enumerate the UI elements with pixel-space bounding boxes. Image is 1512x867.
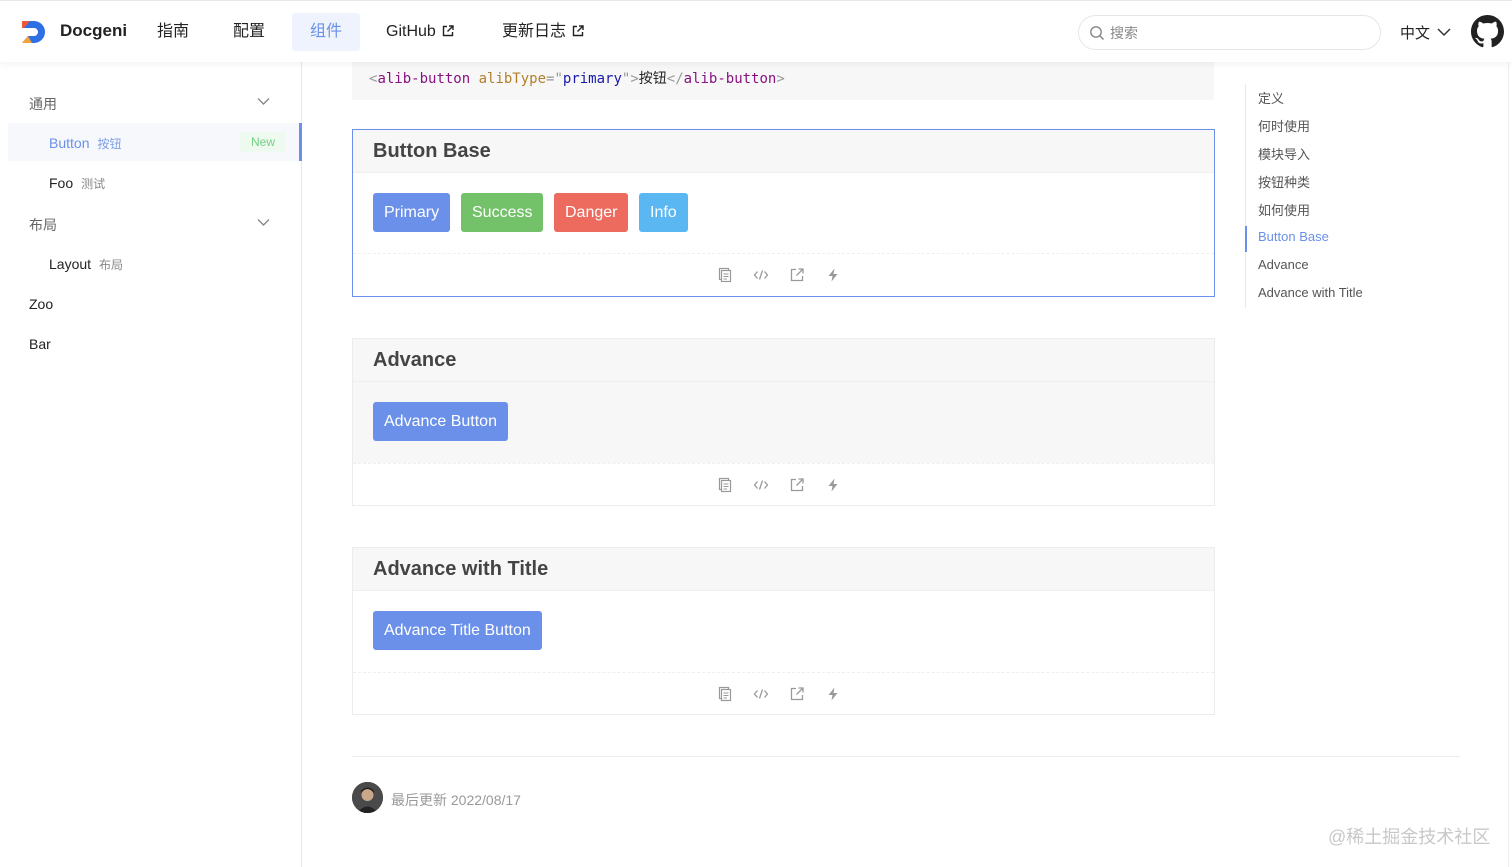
primary-button[interactable]: Primary	[373, 193, 451, 232]
advance-title-button[interactable]: Advance Title Button	[373, 611, 542, 650]
nav-github[interactable]: GitHub	[368, 13, 472, 51]
open-external-icon[interactable]	[789, 267, 805, 283]
advance-button[interactable]: Advance Button	[373, 402, 508, 441]
demo-advance-with-title: Advance with Title Advance Title Button	[352, 547, 1215, 715]
chevron-down-icon[interactable]	[1437, 27, 1451, 37]
toc-item[interactable]: Advance with Title	[1258, 285, 1363, 300]
info-button[interactable]: Info	[639, 193, 688, 232]
external-link-icon	[572, 25, 584, 37]
code-attr: alibType	[478, 71, 547, 87]
code-text: 按钮	[638, 71, 667, 87]
nav-changelog[interactable]: 更新日志	[484, 13, 602, 51]
copy-icon[interactable]	[717, 477, 733, 493]
table-of-contents: 定义 何时使用 模块导入 按钮种类 如何使用 Button Base Advan…	[1245, 84, 1475, 308]
demo-button-base: Button Base Primary Success Danger Info	[352, 129, 1215, 297]
demo-header: Button Base	[353, 130, 1214, 173]
sidebar-item-layout[interactable]: Layout 布局	[49, 256, 123, 273]
sidebar-item-button-sub: 按钮	[97, 137, 122, 151]
toc-item[interactable]: 按钮种类	[1258, 172, 1310, 191]
demo-actions	[353, 463, 1214, 507]
nav-config-label: 配置	[233, 23, 266, 40]
sidebar-item-foo[interactable]: Foo 测试	[49, 175, 105, 192]
sidebar-group-layout[interactable]: 布局	[29, 215, 57, 235]
brand-name[interactable]: Docgeni	[60, 21, 127, 41]
demo-title: Advance	[373, 349, 457, 371]
copy-icon[interactable]	[717, 267, 733, 283]
open-external-icon[interactable]	[789, 686, 805, 702]
sidebar-item-button[interactable]: Button 按钮 New	[8, 123, 302, 161]
docgeni-logo-icon[interactable]	[20, 18, 48, 46]
search-box[interactable]	[1078, 15, 1381, 50]
search-input[interactable]	[1110, 22, 1370, 44]
code-close-tag: alib-button	[683, 71, 777, 87]
toc-item-active[interactable]: Button Base	[1258, 229, 1329, 244]
chevron-down-icon[interactable]	[257, 218, 270, 227]
search-icon	[1090, 26, 1105, 41]
avatar-image-icon	[352, 782, 383, 813]
sidebar: 通用 Button 按钮 New Foo 测试 布局 Layout 布局 Zoo Ba…	[0, 62, 302, 867]
demo-title: Advance with Title	[373, 558, 549, 580]
demo-advance: Advance Advance Button	[352, 338, 1215, 506]
bolt-icon[interactable]	[825, 477, 841, 493]
toc-item[interactable]: 如何使用	[1258, 200, 1310, 219]
demo-header: Advance with Title	[353, 548, 1214, 591]
code-icon[interactable]	[753, 686, 769, 702]
demo-header: Advance	[353, 339, 1214, 382]
bolt-icon[interactable]	[825, 686, 841, 702]
nav-config[interactable]: 配置	[215, 13, 283, 51]
right-edge-line	[1508, 62, 1509, 867]
code-line: <alib-button alibType="primary">按钮</alib…	[369, 71, 785, 87]
toc-item[interactable]: 模块导入	[1258, 144, 1310, 163]
toc-active-marker	[1245, 226, 1247, 252]
code-icon[interactable]	[753, 477, 769, 493]
sidebar-item-foo-sub: 测试	[81, 177, 106, 191]
top-header: Docgeni 指南 配置 组件 GitHub 更新日志 中文	[0, 0, 1512, 62]
demo-actions	[353, 253, 1214, 297]
sidebar-item-label: Button 按钮	[49, 135, 122, 152]
nav-guide-label: 指南	[157, 23, 190, 40]
success-button[interactable]: Success	[461, 193, 544, 232]
sidebar-item-foo-label: Foo	[49, 175, 74, 191]
code-icon[interactable]	[753, 267, 769, 283]
toc-item[interactable]: 定义	[1258, 88, 1284, 107]
demo-title: Button Base	[373, 140, 491, 162]
avatar[interactable]	[352, 782, 383, 813]
toc-item[interactable]: Advance	[1258, 257, 1309, 272]
nav-components-label: 组件	[310, 23, 343, 40]
sidebar-item-bar[interactable]: Bar	[29, 336, 51, 352]
new-badge: New	[240, 132, 286, 152]
nav-guide[interactable]: 指南	[139, 13, 207, 51]
demo-preview: Advance Button	[353, 382, 1214, 463]
external-link-icon	[442, 25, 454, 37]
nav-changelog-label: 更新日志	[502, 23, 567, 40]
nav-github-label: GitHub	[386, 23, 436, 40]
chevron-down-icon[interactable]	[257, 97, 270, 106]
sidebar-item-zoo[interactable]: Zoo	[29, 296, 53, 312]
code-snippet: <alib-button alibType="primary">按钮</alib…	[352, 62, 1214, 100]
demo-actions	[353, 672, 1214, 716]
sidebar-group-general[interactable]: 通用	[29, 94, 57, 114]
code-value: primary	[562, 71, 622, 87]
code-open-tag: alib-button	[377, 71, 471, 87]
copy-icon[interactable]	[717, 686, 733, 702]
open-external-icon[interactable]	[789, 477, 805, 493]
last-updated: 最后更新 2022/08/17	[391, 792, 521, 808]
sidebar-item-layout-sub: 布局	[99, 258, 124, 272]
nav-components[interactable]: 组件	[292, 13, 361, 51]
danger-button[interactable]: Danger	[554, 193, 629, 232]
toc-item[interactable]: 何时使用	[1258, 116, 1310, 135]
watermark: @稀土掘金技术社区	[1328, 827, 1491, 847]
content-divider	[352, 756, 1460, 757]
github-icon[interactable]	[1471, 15, 1504, 48]
language-selector[interactable]: 中文	[1400, 22, 1430, 43]
bolt-icon[interactable]	[825, 267, 841, 283]
sidebar-item-layout-label: Layout	[49, 256, 92, 272]
sidebar-item-button-label: Button	[49, 135, 90, 151]
